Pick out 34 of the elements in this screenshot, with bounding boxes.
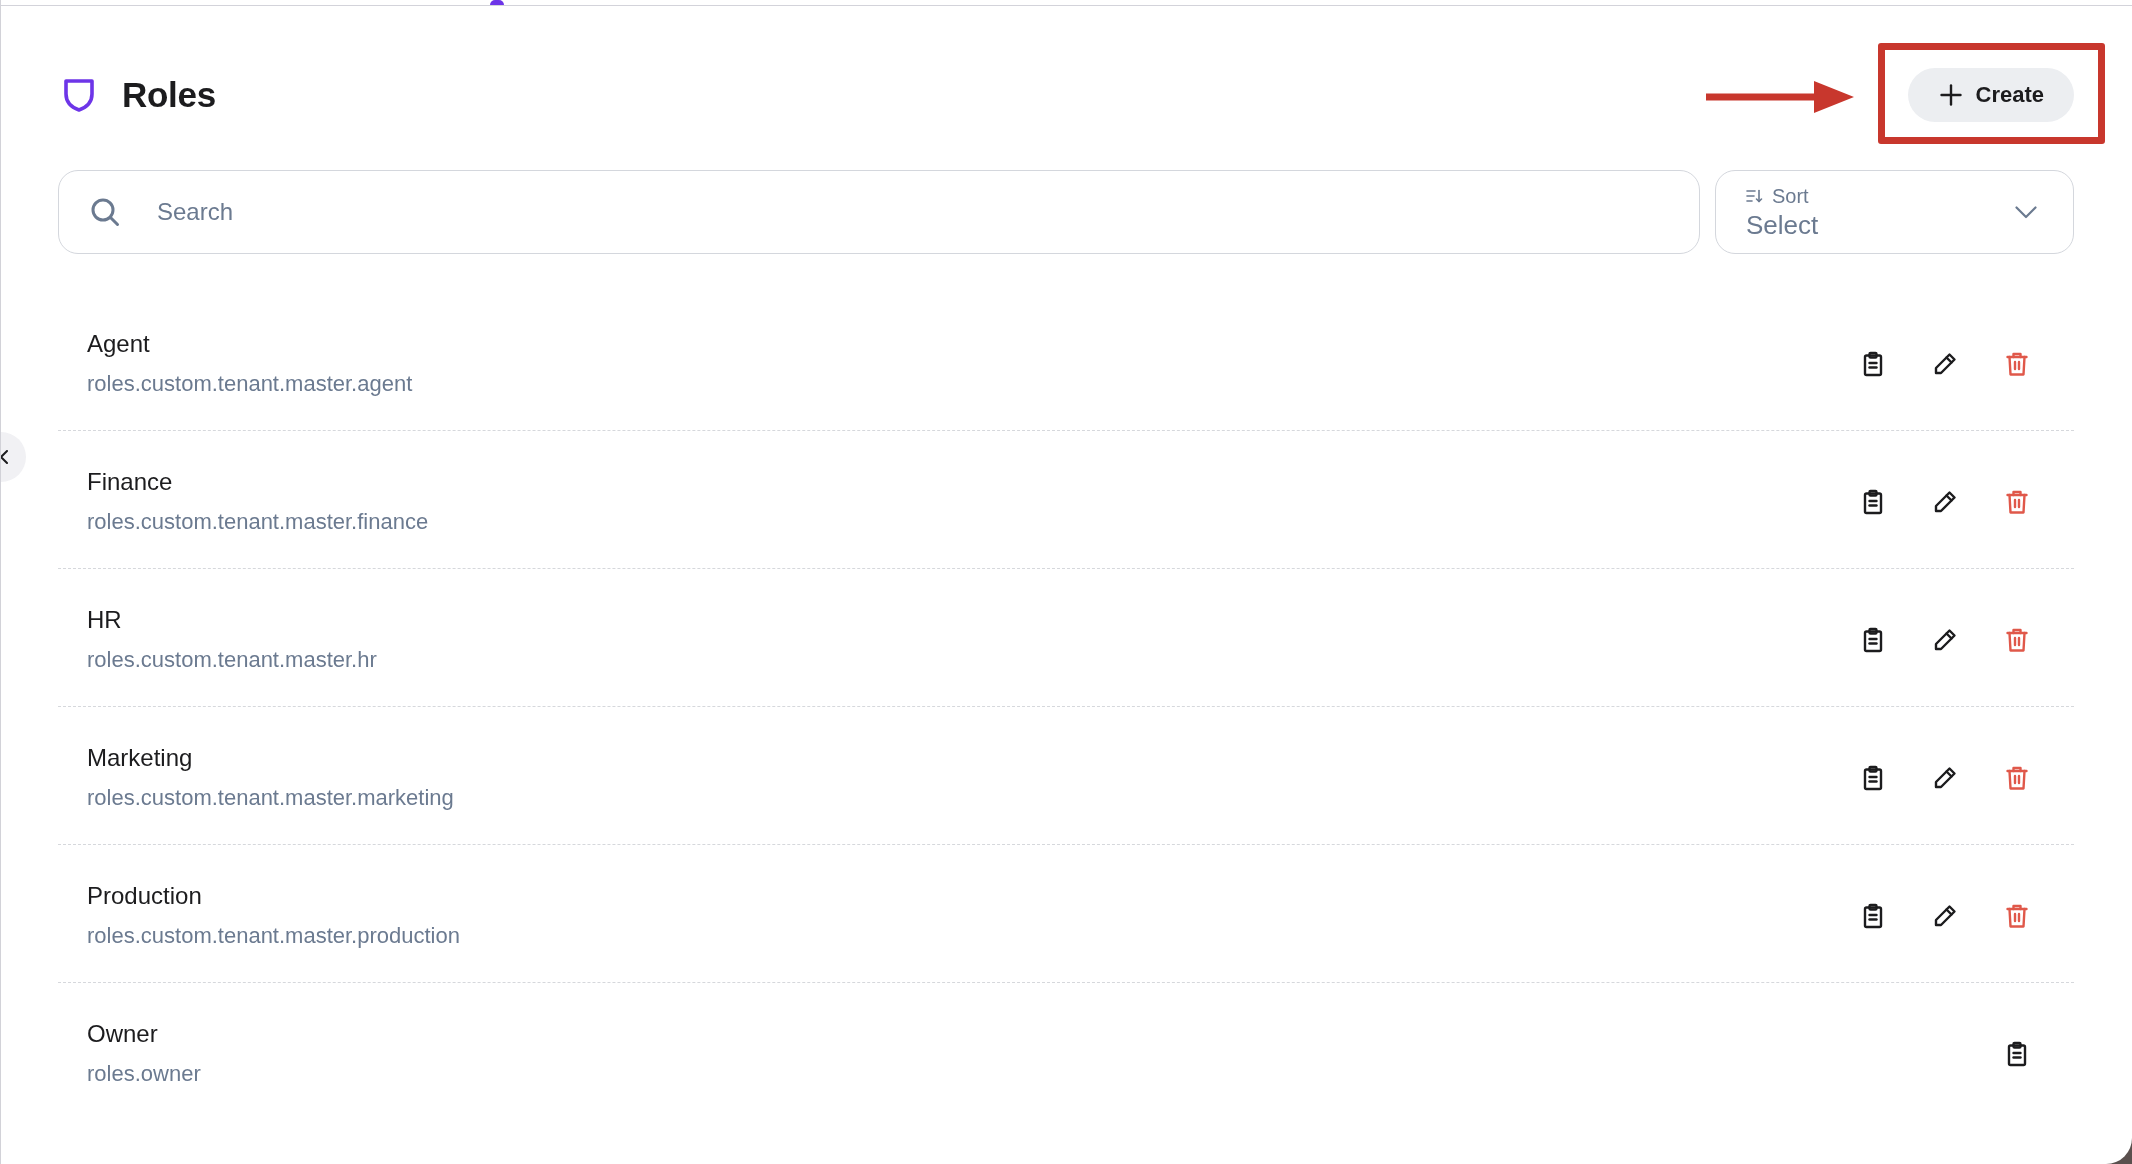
role-name: Marketing xyxy=(87,742,194,773)
role-key: roles.custom.tenant.master.agent xyxy=(87,368,1860,399)
pencil-icon[interactable] xyxy=(1932,350,1958,377)
chevron-left-icon xyxy=(1,450,8,464)
role-key: roles.custom.tenant.master.marketing xyxy=(87,782,1860,813)
role-name: Finance xyxy=(87,466,174,497)
shield-icon xyxy=(63,77,95,113)
role-key: roles.owner xyxy=(87,1059,2004,1089)
create-button[interactable]: Create xyxy=(1907,68,2074,122)
trash-icon[interactable] xyxy=(2004,764,2030,791)
role-name: HR xyxy=(87,604,123,635)
page-title: Roles xyxy=(122,74,216,116)
search-icon xyxy=(90,197,120,227)
role-name: Production xyxy=(87,880,203,911)
trash-icon[interactable] xyxy=(2004,488,2030,515)
pencil-icon[interactable] xyxy=(1932,488,1958,515)
role-key: roles.custom.tenant.master.finance xyxy=(87,506,1860,537)
sort-icon xyxy=(1746,189,1763,203)
plus-icon xyxy=(1939,84,1962,106)
search-field[interactable]: Search xyxy=(58,170,1700,254)
role-name: Agent xyxy=(87,328,151,359)
chevron-down-icon xyxy=(2015,205,2037,219)
trash-icon[interactable] xyxy=(2004,350,2030,377)
pencil-icon[interactable] xyxy=(1932,764,1958,791)
pencil-icon[interactable] xyxy=(1932,626,1958,653)
role-name: Owner xyxy=(87,1019,159,1049)
role-key: roles.custom.tenant.master.hr xyxy=(87,644,1860,675)
collapse-button[interactable] xyxy=(1,432,26,482)
tab-indicator xyxy=(490,0,504,5)
trash-icon[interactable] xyxy=(2004,902,2030,929)
pencil-icon[interactable] xyxy=(1932,902,1958,929)
role-key: roles.custom.tenant.master.production xyxy=(87,920,1860,951)
sort-dropdown[interactable]: Sort Select xyxy=(1715,170,2074,254)
trash-icon[interactable] xyxy=(2004,626,2030,653)
